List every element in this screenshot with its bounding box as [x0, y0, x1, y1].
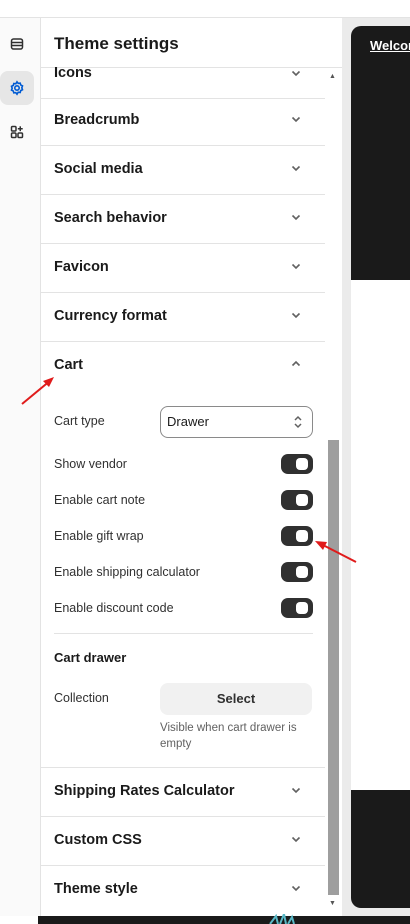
enable-gift-wrap-toggle[interactable]	[281, 526, 313, 546]
section-cart[interactable]: Cart	[41, 342, 325, 390]
show-vendor-row: Show vendor	[54, 454, 313, 476]
gear-icon	[10, 80, 24, 96]
scroll-up-arrow-icon[interactable]: ▲	[329, 73, 336, 80]
announcement-bar-text[interactable]: Welcome	[370, 38, 410, 53]
enable-shipping-calculator-toggle[interactable]	[281, 562, 313, 582]
section-theme-style[interactable]: Theme style	[41, 866, 325, 914]
scrollbar-thumb[interactable]	[328, 440, 339, 895]
chevron-down-icon	[291, 70, 301, 77]
select-arrows-icon	[294, 415, 302, 429]
toggle-knob	[296, 458, 308, 470]
annotation-arrow-gift-wrap	[315, 541, 357, 563]
scroll-down-arrow-icon[interactable]: ▼	[329, 900, 336, 907]
collection-hint: Visible when cart drawer is empty	[160, 722, 297, 750]
collection-select-button[interactable]: Select	[160, 683, 312, 715]
collection-label: Collection	[54, 691, 109, 705]
sections-icon	[10, 38, 24, 50]
section-label: Custom CSS	[54, 832, 142, 848]
chevron-down-icon	[291, 263, 301, 270]
section-label: Search behavior	[54, 210, 167, 226]
cart-type-select[interactable]: Drawer	[160, 406, 313, 438]
preview-content-area	[351, 280, 410, 790]
enable-gift-wrap-row: Enable gift wrap	[54, 526, 313, 548]
plant-image	[269, 914, 295, 924]
toggle-knob	[296, 494, 308, 506]
section-label: Theme style	[54, 881, 138, 897]
apps-icon	[10, 125, 24, 139]
cart-drawer-divider	[54, 633, 313, 634]
section-shipping-rates-calculator[interactable]: Shipping Rates Calculator	[41, 768, 325, 817]
enable-discount-code-toggle[interactable]	[281, 598, 313, 618]
cart-drawer-heading: Cart drawer	[54, 650, 127, 665]
chevron-down-icon	[291, 116, 301, 123]
apps-nav-button[interactable]	[0, 115, 34, 149]
theme-settings-panel: Theme settings Icons Breadcrumb Social m…	[41, 18, 342, 916]
enable-cart-note-row: Enable cart note	[54, 490, 313, 512]
chevron-down-icon	[291, 836, 301, 843]
section-label: Shipping Rates Calculator	[54, 783, 235, 799]
section-favicon[interactable]: Favicon	[41, 244, 325, 293]
store-preview[interactable]: Welcome	[351, 26, 410, 908]
chevron-down-icon	[291, 787, 301, 794]
section-icons[interactable]: Icons	[41, 50, 325, 99]
toggle-knob	[296, 530, 308, 542]
section-custom-css[interactable]: Custom CSS	[41, 817, 325, 866]
chevron-down-icon	[291, 165, 301, 172]
cart-drawer-heading-row: Cart drawer	[54, 647, 313, 669]
section-label: Cart	[54, 357, 84, 373]
theme-settings-nav-button[interactable]	[0, 71, 34, 105]
chevron-down-icon	[291, 885, 301, 892]
toggle-knob	[296, 602, 308, 614]
section-label: Favicon	[54, 259, 109, 275]
annotation-arrow-cart	[21, 377, 54, 405]
show-vendor-toggle[interactable]	[281, 454, 313, 474]
toggle-label: Enable shipping calculator	[54, 565, 200, 579]
section-social-media[interactable]: Social media	[41, 146, 325, 195]
section-breadcrumb[interactable]: Breadcrumb	[41, 97, 325, 146]
section-label: Currency format	[54, 308, 167, 324]
bottom-preview-strip	[38, 916, 410, 924]
toggle-label: Enable cart note	[54, 493, 146, 507]
toggle-knob	[296, 566, 308, 578]
section-search-behavior[interactable]: Search behavior	[41, 195, 325, 244]
left-rail	[0, 18, 41, 916]
chevron-down-icon	[291, 312, 301, 319]
toggle-label: Show vendor	[54, 457, 127, 471]
sections-nav-button[interactable]	[0, 27, 34, 61]
section-label: Breadcrumb	[54, 112, 140, 128]
toggle-label: Enable gift wrap	[54, 529, 144, 543]
enable-cart-note-toggle[interactable]	[281, 490, 313, 510]
chevron-up-icon	[291, 360, 301, 367]
section-label: Social media	[54, 161, 143, 177]
section-label: Icons	[54, 65, 92, 81]
enable-discount-code-row: Enable discount code	[54, 598, 313, 620]
cart-type-label: Cart type	[54, 414, 105, 428]
section-currency-format[interactable]: Currency format	[41, 293, 325, 342]
chevron-down-icon	[291, 214, 301, 221]
toggle-label: Enable discount code	[54, 601, 174, 615]
enable-shipping-calculator-row: Enable shipping calculator	[54, 562, 313, 584]
cart-type-value: Drawer	[167, 414, 209, 429]
